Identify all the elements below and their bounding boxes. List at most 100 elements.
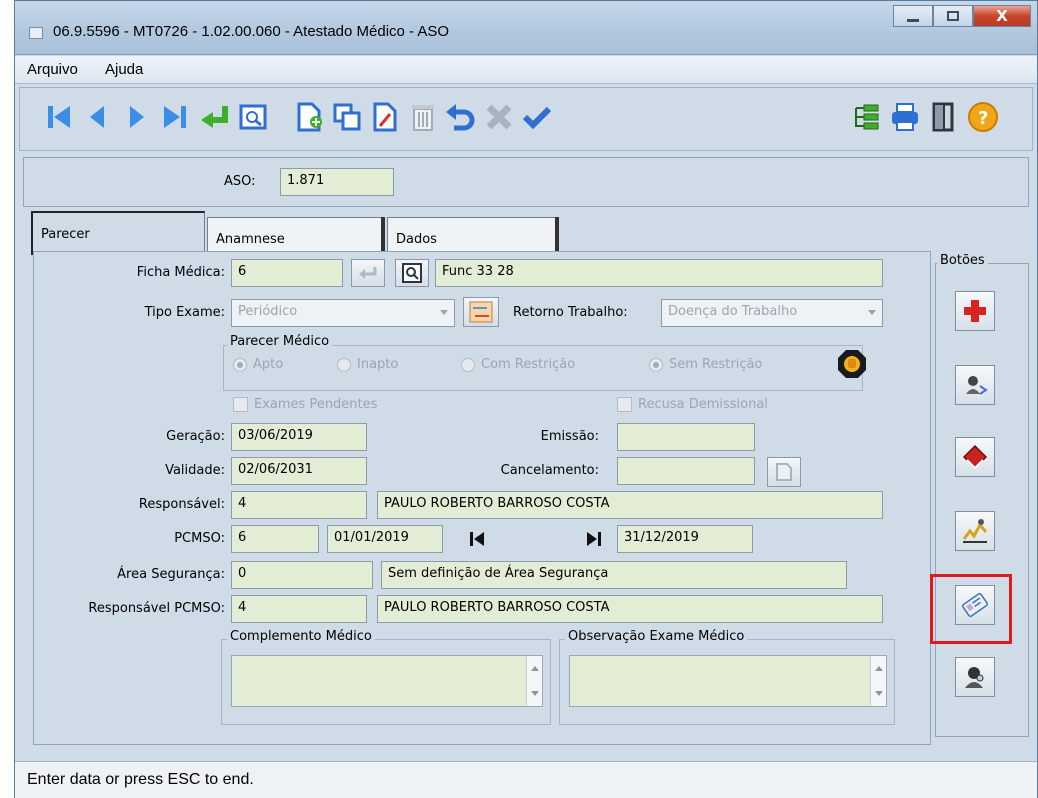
tipo-exame-value: Periódico [238,304,298,319]
app-icon [29,27,43,39]
person-icon [965,667,984,688]
tab-parecer[interactable]: Parecer [31,211,205,255]
aso-field[interactable]: 1.871 [280,168,394,196]
status-bar: Enter data or press ESC to end. [15,761,1037,798]
responsavel-pcmso-label: Responsável PCMSO: [88,601,225,616]
minimize-icon [907,18,919,22]
retorno-trabalho-select[interactable]: Doença do Trabalho [661,299,883,327]
highlight-annotation [930,574,1012,644]
geracao-field[interactable]: 03/06/2019 [231,423,367,451]
pcmso-field[interactable]: 6 [231,525,319,553]
close-icon: X [996,7,1008,25]
risk-chart-button[interactable] [955,511,995,551]
recusa-demissional-checkbox[interactable]: Recusa Demissional [617,397,768,412]
radio-com-restricao[interactable]: Com Restrição [461,357,575,372]
ficha-search-button[interactable] [395,259,429,287]
undo-button[interactable] [442,98,480,136]
validade-label: Validade: [165,463,225,478]
help-button[interactable]: ? [964,98,1002,136]
ficha-medica-label: Ficha Médica: [136,265,225,280]
emissao-field[interactable] [617,423,755,451]
printer-icon [892,103,918,131]
tipo-exame-select[interactable]: Periódico [231,299,455,327]
radio-apto[interactable]: Apto [233,357,283,372]
new-document-icon [297,102,322,132]
close-button[interactable]: X [973,5,1031,27]
navigation-tree-button[interactable] [848,98,886,136]
doctor-patient-button[interactable] [955,365,995,405]
edit-button[interactable] [366,98,404,136]
observacao-exame-legend: Observação Exame Médico [565,629,748,644]
previous-record-button[interactable] [78,98,116,136]
cancelamento-doc-button[interactable] [767,457,801,487]
copy-icon [333,103,361,131]
enter-arrow-icon [201,106,228,128]
cancel-button[interactable] [480,98,518,136]
tree-icon [855,104,879,130]
radio-sem-restricao[interactable]: Sem Restrição [649,357,762,372]
doctor-icon [966,376,988,395]
tipo-exame-label: Tipo Exame: [144,305,225,320]
complemento-medico-textarea[interactable] [231,655,543,707]
responsavel-field[interactable]: 4 [231,491,367,519]
title-bar: 06.9.5596 - MT0726 - 1.02.00.060 - Atest… [15,1,1037,55]
emissao-label: Emissão: [540,429,599,444]
radio-inapto[interactable]: Inapto [337,357,398,372]
retorno-trabalho-value: Doença do Trabalho [668,304,798,319]
confirm-button[interactable] [518,98,556,136]
add-medical-button[interactable] [955,291,995,331]
scrollbar[interactable] [526,656,542,706]
minimize-button[interactable] [893,5,933,27]
next-record-icon [130,106,144,128]
scroll-up-icon [531,666,539,671]
pcmso-end-date: 31/12/2019 [617,525,753,553]
cancelamento-field[interactable] [617,457,755,485]
checkmark-icon [522,106,552,130]
copy-button[interactable] [328,98,366,136]
tab-separator [555,217,559,253]
exit-button[interactable] [924,98,962,136]
tipo-exame-action-button[interactable] [463,297,499,327]
pcmso-first-button[interactable] [467,529,489,549]
pcmso-last-button[interactable] [583,529,605,549]
scroll-down-icon [875,691,883,696]
medical-book-button[interactable] [955,437,995,477]
parecer-medico-legend: Parecer Médico [227,334,333,349]
zoom-window-icon [239,104,267,130]
chart-worker-icon [962,519,988,543]
red-cross-icon [964,300,986,322]
first-record-button[interactable] [40,98,78,136]
exames-pendentes-checkbox[interactable]: Exames Pendentes [233,397,377,412]
area-seguranca-description: Sem definição de Área Segurança [381,561,847,589]
zoom-button[interactable] [234,98,272,136]
person-search-button[interactable] [955,657,995,697]
ficha-medica-field[interactable]: 6 [231,259,343,287]
ficha-enter-button[interactable] [351,259,385,287]
delete-button[interactable] [404,98,442,136]
svg-text:?: ? [978,108,988,129]
last-record-button[interactable] [156,98,194,136]
enter-arrow-icon [359,267,377,279]
enter-button[interactable] [196,98,234,136]
print-button[interactable] [886,98,924,136]
menu-arquivo[interactable]: Arquivo [27,61,78,78]
responsavel-pcmso-field[interactable]: 4 [231,595,367,623]
toolbar: ? [19,87,1033,151]
menu-ajuda[interactable]: Ajuda [105,61,143,78]
aso-panel: ASO: 1.871 [23,157,1029,207]
observacao-exame-textarea[interactable] [569,655,887,707]
area-seguranca-field[interactable]: 0 [231,561,373,589]
maximize-button[interactable] [933,5,973,27]
next-record-button[interactable] [118,98,156,136]
scrollbar[interactable] [870,656,886,706]
area-seguranca-label: Área Segurança: [117,567,225,582]
validade-field[interactable]: 02/06/2031 [231,457,367,485]
responsavel-pcmso-name: PAULO ROBERTO BARROSO COSTA [377,595,883,623]
book-icon [962,444,988,470]
stop-hand-button[interactable] [837,349,867,379]
aso-label: ASO: [224,174,256,189]
responsavel-label: Responsável: [138,497,225,512]
new-record-button[interactable] [290,98,328,136]
pcmso-label: PCMSO: [174,531,225,546]
status-message: Enter data or press ESC to end. [27,771,254,788]
